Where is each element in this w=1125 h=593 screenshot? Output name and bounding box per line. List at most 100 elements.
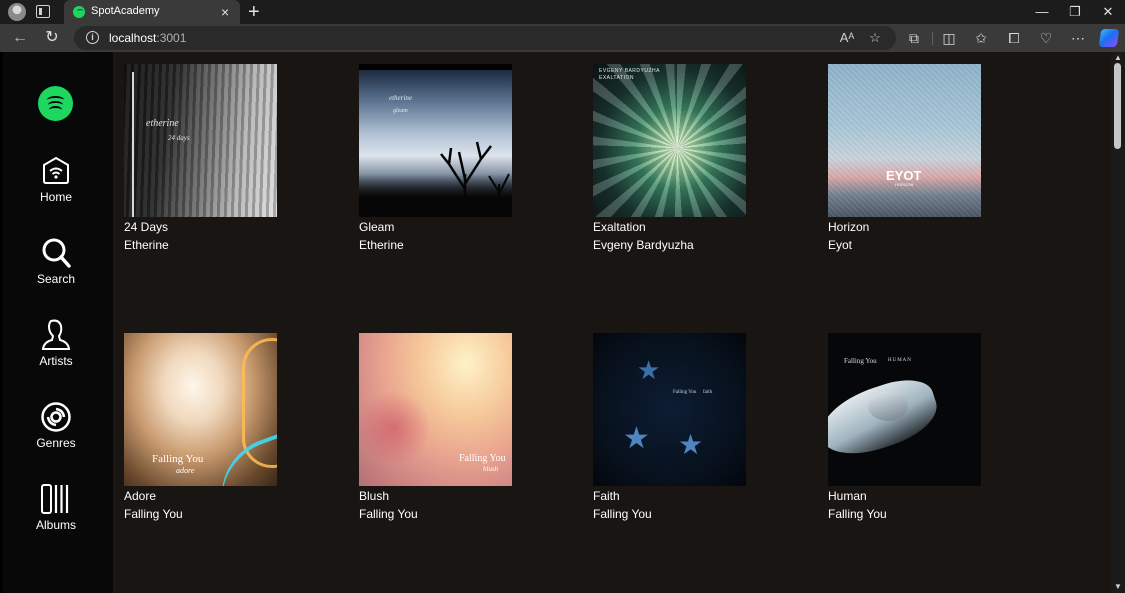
url-port: :3001 [156, 31, 187, 45]
album-artist[interactable]: Eyot [828, 238, 852, 252]
more-icon[interactable]: ⋯ [1068, 28, 1088, 48]
album-cover[interactable]: EYOT HORIZON [828, 64, 981, 217]
sidebar: Home Search Artists Genres Albums [3, 52, 113, 593]
album-artist[interactable]: Falling You [828, 507, 887, 521]
sidebar-item-label: Genres [36, 436, 76, 450]
cover-subtext: 24 days [168, 134, 190, 142]
star-shape: ★ [637, 355, 661, 385]
address-bar[interactable]: i localhost:3001 Aᴬ ☆ [74, 26, 896, 50]
vertical-scrollbar[interactable]: ▲ ▼ [1111, 52, 1125, 593]
album-card[interactable]: etherine 24 days 24 Days Etherine [124, 64, 284, 264]
cover-text: Falling You [459, 453, 506, 464]
cover-subtext: blush [483, 465, 499, 473]
back-icon[interactable]: ← [10, 28, 30, 48]
scroll-down-icon[interactable]: ▼ [1113, 582, 1123, 592]
cover-subtext: faith [703, 390, 713, 395]
album-artist[interactable]: Etherine [359, 238, 404, 252]
album-card[interactable]: etherine gleam Gleam Etherine [359, 64, 519, 264]
title-bar: SpotAcademy × + — ❐ ✕ [0, 0, 1125, 24]
genres-icon [41, 402, 71, 432]
artist-icon [41, 319, 71, 350]
album-title[interactable]: Faith [593, 489, 620, 503]
album-cover[interactable]: EVGENY BARDYUZHA EXALTATION [593, 64, 746, 217]
url-host: localhost [109, 31, 157, 45]
cover-subtext: gleam [393, 108, 408, 114]
album-card[interactable]: Falling You blush Blush Falling You [359, 333, 519, 533]
album-card[interactable]: EYOT HORIZON Horizon Eyot [828, 64, 988, 264]
album-cover[interactable]: Falling You blush [359, 333, 512, 486]
album-title[interactable]: Gleam [359, 220, 394, 234]
restore-button[interactable]: ❐ [1065, 3, 1085, 21]
read-aloud-icon[interactable]: Aᴬ [838, 29, 856, 47]
cover-text: etherine [389, 94, 412, 102]
close-window-button[interactable]: ✕ [1098, 3, 1118, 21]
sidebar-item-artists[interactable]: Artists [3, 318, 113, 388]
cover-subtext: EXALTATION [599, 75, 635, 81]
tree-silhouette [440, 141, 510, 217]
cover-subtext: adore [176, 466, 195, 475]
cover-text: Falling You [152, 453, 204, 465]
tab-close-icon[interactable]: × [221, 3, 229, 21]
album-cover[interactable]: ★ ★ ★ Falling You faith [593, 333, 746, 486]
split-screen-icon[interactable]: ◫ [939, 28, 959, 48]
cover-text: EVGENY BARDYUZHA [599, 68, 660, 74]
album-title[interactable]: Exaltation [593, 220, 646, 234]
albums-icon [41, 484, 69, 514]
sidebar-item-home[interactable]: Home [3, 154, 113, 224]
sidebar-item-albums[interactable]: Albums [3, 482, 113, 552]
cover-text: EYOT [886, 168, 922, 183]
profile-avatar[interactable] [8, 3, 26, 21]
album-card[interactable]: Falling You HUMAN Human Falling You [828, 333, 988, 533]
site-info-icon[interactable]: i [86, 31, 99, 44]
album-title[interactable]: Human [828, 489, 867, 503]
star-shape: ★ [623, 422, 650, 455]
album-title[interactable]: 24 Days [124, 220, 168, 234]
collections-icon[interactable]: ⧠ [1004, 28, 1024, 48]
album-card[interactable]: EVGENY BARDYUZHA EXALTATION Exaltation E… [593, 64, 753, 264]
toolbar-divider [932, 32, 933, 45]
url-text[interactable]: localhost:3001 [109, 31, 186, 45]
album-card[interactable]: ★ ★ ★ Falling You faith Faith Falling Yo… [593, 333, 753, 533]
album-cover[interactable]: Falling You adore [124, 333, 277, 486]
album-cover[interactable]: Falling You HUMAN [828, 333, 981, 486]
album-title[interactable]: Adore [124, 489, 156, 503]
cover-subtext: HUMAN [888, 358, 912, 363]
favorite-star-icon[interactable]: ☆ [866, 29, 884, 47]
favorites-icon[interactable]: ✩ [971, 28, 991, 48]
album-cover[interactable]: etherine 24 days [124, 64, 277, 217]
browser-window: SpotAcademy × + — ❐ ✕ ← ↻ i localhost:30… [0, 0, 1125, 593]
sidebar-item-label: Albums [35, 518, 76, 532]
star-shape: ★ [678, 429, 704, 460]
album-artist[interactable]: Falling You [359, 507, 418, 521]
sidebar-item-label: Home [39, 190, 72, 204]
tab-actions-icon[interactable] [36, 5, 50, 18]
tab-spotacademy[interactable]: SpotAcademy × [64, 0, 240, 24]
album-title[interactable]: Blush [359, 489, 389, 503]
album-artist[interactable]: Etherine [124, 238, 169, 252]
minimize-button[interactable]: — [1032, 3, 1052, 21]
spotify-logo-icon[interactable] [38, 86, 73, 121]
refresh-icon[interactable]: ↻ [42, 28, 62, 48]
album-artist[interactable]: Evgeny Bardyuzha [593, 238, 694, 252]
copilot-icon[interactable] [1098, 29, 1120, 47]
new-tab-button[interactable]: + [248, 1, 260, 23]
album-artist[interactable]: Falling You [593, 507, 652, 521]
album-artist[interactable]: Falling You [124, 507, 183, 521]
sidebar-item-genres[interactable]: Genres [3, 400, 113, 470]
album-cover[interactable]: etherine gleam [359, 64, 512, 217]
extensions-icon[interactable]: ⧉ [904, 28, 924, 48]
home-icon [43, 156, 69, 184]
browser-essentials-icon[interactable]: ♡ [1036, 28, 1056, 48]
sidebar-item-label: Search [36, 272, 76, 286]
cover-text: etherine [146, 118, 179, 129]
cover-subtext: HORIZON [895, 182, 914, 187]
scroll-thumb[interactable] [1114, 63, 1121, 149]
tab-favicon-icon [73, 6, 85, 18]
album-card[interactable]: Falling You adore Adore Falling You [124, 333, 284, 533]
scroll-up-icon[interactable]: ▲ [1113, 53, 1123, 63]
cover-text: Falling You [844, 357, 877, 365]
album-title[interactable]: Horizon [828, 220, 869, 234]
cover-text: Falling You [673, 390, 697, 395]
sidebar-item-search[interactable]: Search [3, 236, 113, 306]
tab-title: SpotAcademy [91, 5, 160, 17]
